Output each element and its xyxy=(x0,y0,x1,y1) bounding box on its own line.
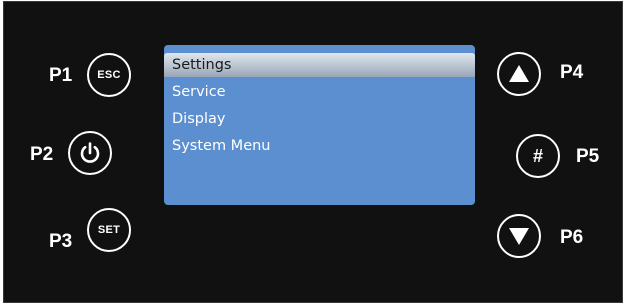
arrow-up-icon xyxy=(508,64,530,84)
arrow-down-icon xyxy=(508,226,530,246)
esc-button-label: ESC xyxy=(97,69,121,81)
p4-label: P4 xyxy=(560,62,584,83)
lcd-screen: Settings Service Display System Menu xyxy=(164,45,475,205)
power-icon xyxy=(78,141,102,165)
p5-label: P5 xyxy=(576,146,600,167)
up-button[interactable] xyxy=(497,52,541,96)
p3-label: P3 xyxy=(49,231,73,252)
power-button[interactable] xyxy=(68,131,112,175)
p2-label: P2 xyxy=(30,144,54,165)
esc-button[interactable]: ESC xyxy=(87,53,131,97)
menu-item-service[interactable]: Service xyxy=(164,80,475,104)
hash-button-label: # xyxy=(532,145,543,166)
down-button[interactable] xyxy=(497,214,541,258)
p1-label: P1 xyxy=(49,65,73,86)
p6-label: P6 xyxy=(560,227,584,248)
set-button[interactable]: SET xyxy=(87,208,131,252)
hash-button[interactable]: # xyxy=(516,134,560,178)
set-button-label: SET xyxy=(97,224,121,236)
menu-item-system-menu[interactable]: System Menu xyxy=(164,134,475,158)
menu-item-display[interactable]: Display xyxy=(164,107,475,131)
menu-item-settings[interactable]: Settings xyxy=(164,53,475,77)
